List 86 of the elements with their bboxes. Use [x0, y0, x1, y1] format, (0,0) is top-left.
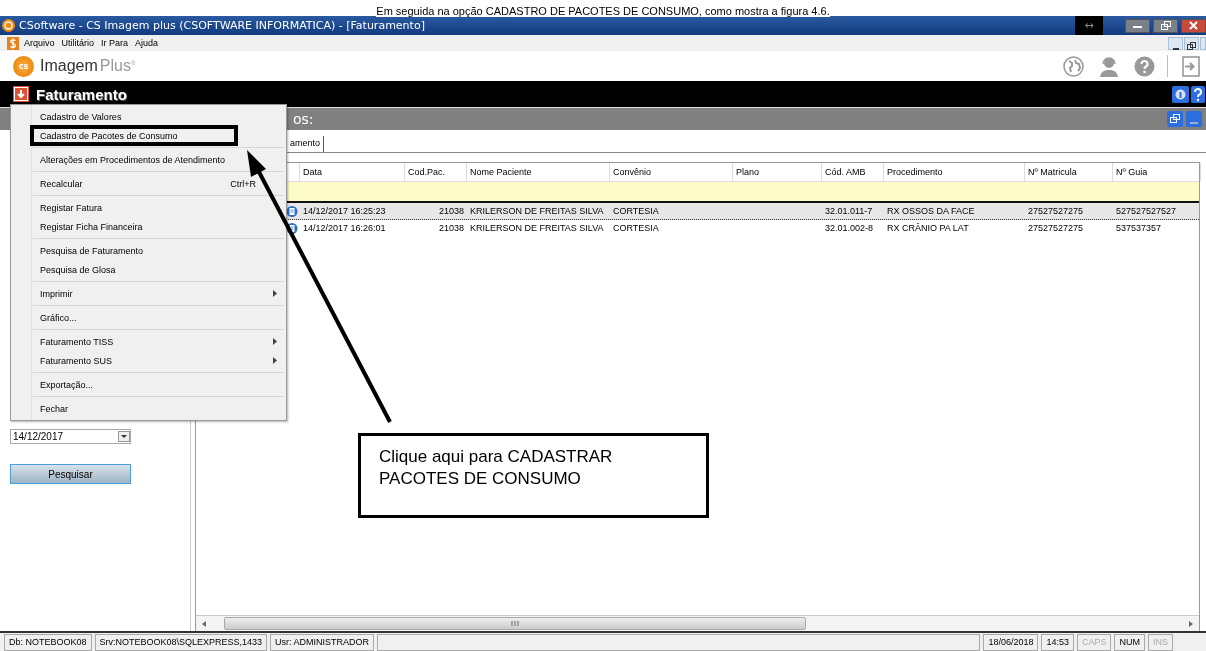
- table-cell-text: KRILERSON DE FREITAS SILVA: [469, 223, 605, 233]
- restore-button[interactable]: [1153, 18, 1178, 33]
- column-header[interactable]: Data: [300, 163, 405, 181]
- menu-item[interactable]: Pesquisa de Faturamento: [31, 241, 286, 260]
- shortcut-label: Ctrl+R: [230, 178, 256, 189]
- record-icon: [286, 221, 298, 235]
- scroll-left-icon[interactable]: [200, 619, 208, 628]
- app-logo-icon: [2, 19, 15, 32]
- table-cell-text: CORTESIA: [612, 206, 660, 216]
- column-header[interactable]: Procedimento: [884, 163, 1025, 181]
- panel-title: os:: [293, 111, 315, 127]
- table-cell-text: 32.01.011-7: [824, 206, 874, 216]
- horizontal-scrollbar[interactable]: [196, 615, 1199, 631]
- app-menu-icon[interactable]: [7, 36, 19, 50]
- menu-item[interactable]: Cadastro de Pacotes de Consumo: [31, 126, 237, 145]
- module-title: Faturamento: [36, 85, 128, 103]
- child-restore-button[interactable]: [1184, 36, 1199, 50]
- menu-item[interactable]: Ajuda: [135, 38, 159, 48]
- logo-suffix: Plus: [99, 57, 131, 75]
- submenu-arrow-icon: [273, 357, 278, 364]
- module-menu-icon[interactable]: [13, 86, 29, 102]
- window-title: CSoftware - CS Imagem plus (CSOFTWARE INFORMATICA) - [Faturamento]: [19, 19, 426, 32]
- status-field: NUM: [1114, 634, 1145, 651]
- close-button[interactable]: [1181, 18, 1206, 33]
- panel-restore-icon[interactable]: [1167, 111, 1183, 127]
- callout-text: Clique aqui para CADASTRAR PACOTES DE CONSUMO: [379, 447, 613, 488]
- table-cell-text: 27527527275: [1027, 206, 1085, 216]
- status-field: CAPS: [1076, 634, 1112, 651]
- restore-icon: [1187, 41, 1196, 50]
- table-cell-text: 32.01.002-8: [824, 223, 875, 233]
- column-header[interactable]: Cód. AMB: [822, 163, 884, 181]
- table-cell-text: 14/12/2017 16:26:01: [302, 223, 387, 233]
- table-cell-text: 21038: [437, 223, 465, 233]
- headset-user-icon[interactable]: [1098, 55, 1120, 77]
- column-header[interactable]: Nº Matricula: [1025, 163, 1113, 181]
- scroll-right-icon[interactable]: [1187, 619, 1195, 628]
- restore-icon: [1160, 21, 1171, 30]
- submenu-arrow-icon: [273, 338, 278, 345]
- column-header[interactable]: Convênio: [610, 163, 733, 181]
- menu-item[interactable]: Faturamento TISS: [31, 332, 286, 351]
- resize-indicator: ↔: [1075, 16, 1103, 35]
- table-cell-text: RX OSSOS DA FACE: [886, 206, 976, 216]
- menu-item[interactable]: Faturamento SUS: [31, 351, 286, 370]
- menu-item[interactable]: Imprimir: [31, 284, 286, 303]
- status-field: Usr: ADMINISTRADOR: [270, 634, 375, 651]
- submenu-arrow-icon: [273, 290, 278, 297]
- menu-item[interactable]: Fechar: [31, 399, 286, 418]
- column-header[interactable]: Cod.Pac.: [405, 163, 467, 181]
- child-minimize-button[interactable]: [1168, 36, 1183, 50]
- menu-item[interactable]: Cadastro de Valores: [31, 107, 286, 126]
- status-field: INS: [1148, 634, 1173, 651]
- table-cell-text: 537537357: [1115, 223, 1163, 233]
- menu-item[interactable]: Arquivo: [24, 38, 55, 48]
- logo-badge: cs: [13, 55, 34, 77]
- tab[interactable]: amento: [290, 136, 325, 152]
- table-cell-text: 14/12/2017 16:25:23: [302, 206, 387, 216]
- status-field: 18/06/2018: [983, 634, 1039, 651]
- search-button[interactable]: Pesquisar: [10, 464, 131, 484]
- column-header[interactable]: Plano: [733, 163, 822, 181]
- status-field: 14:53: [1041, 634, 1074, 651]
- close-icon: [1189, 21, 1198, 30]
- menu-item[interactable]: Utilitário: [61, 38, 95, 48]
- menu-item[interactable]: Recalcular Ctrl+R: [31, 174, 286, 193]
- table-cell-text: KRILERSON DE FREITAS SILVA: [469, 206, 605, 216]
- logo-text: Imagem: [40, 57, 98, 75]
- menu-item[interactable]: Exportação...: [31, 375, 286, 394]
- column-header[interactable]: Nome Paciente: [467, 163, 610, 181]
- info-icon[interactable]: [1172, 85, 1189, 103]
- menu-item[interactable]: Gráfico...: [31, 308, 286, 327]
- document-caption: Em seguida na opção CADASTRO DE PACOTES DE CONSUMO, como mostra a figura 4.6.: [376, 5, 830, 17]
- table-cell-text: 27527527275: [1027, 223, 1085, 233]
- exit-icon[interactable]: [1182, 55, 1200, 77]
- menu-item[interactable]: Alterações em Procedimentos de Atendimento: [31, 150, 286, 169]
- table-cell-text: 21038: [437, 206, 465, 216]
- table-cell-text: RX CRÂNIO PA LAT: [886, 223, 970, 233]
- status-field: Srv:NOTEBOOK08\SQLEXPRESS,1433: [94, 634, 268, 651]
- help-icon[interactable]: [1191, 85, 1205, 103]
- column-header[interactable]: Nº Guia: [1113, 163, 1201, 181]
- table-cell-text: CORTESIA: [612, 223, 660, 233]
- scrollbar-thumb[interactable]: [224, 617, 806, 630]
- date-field[interactable]: 14/12/2017: [10, 429, 131, 444]
- menu-item[interactable]: Ir Para: [101, 38, 129, 48]
- status-field: Db: NOTEBOOK08: [4, 634, 92, 651]
- table-cell-text: 527527527527: [1115, 206, 1178, 216]
- minimize-button[interactable]: [1125, 18, 1150, 33]
- menu-item[interactable]: Pesquisa de Glosa: [31, 260, 286, 279]
